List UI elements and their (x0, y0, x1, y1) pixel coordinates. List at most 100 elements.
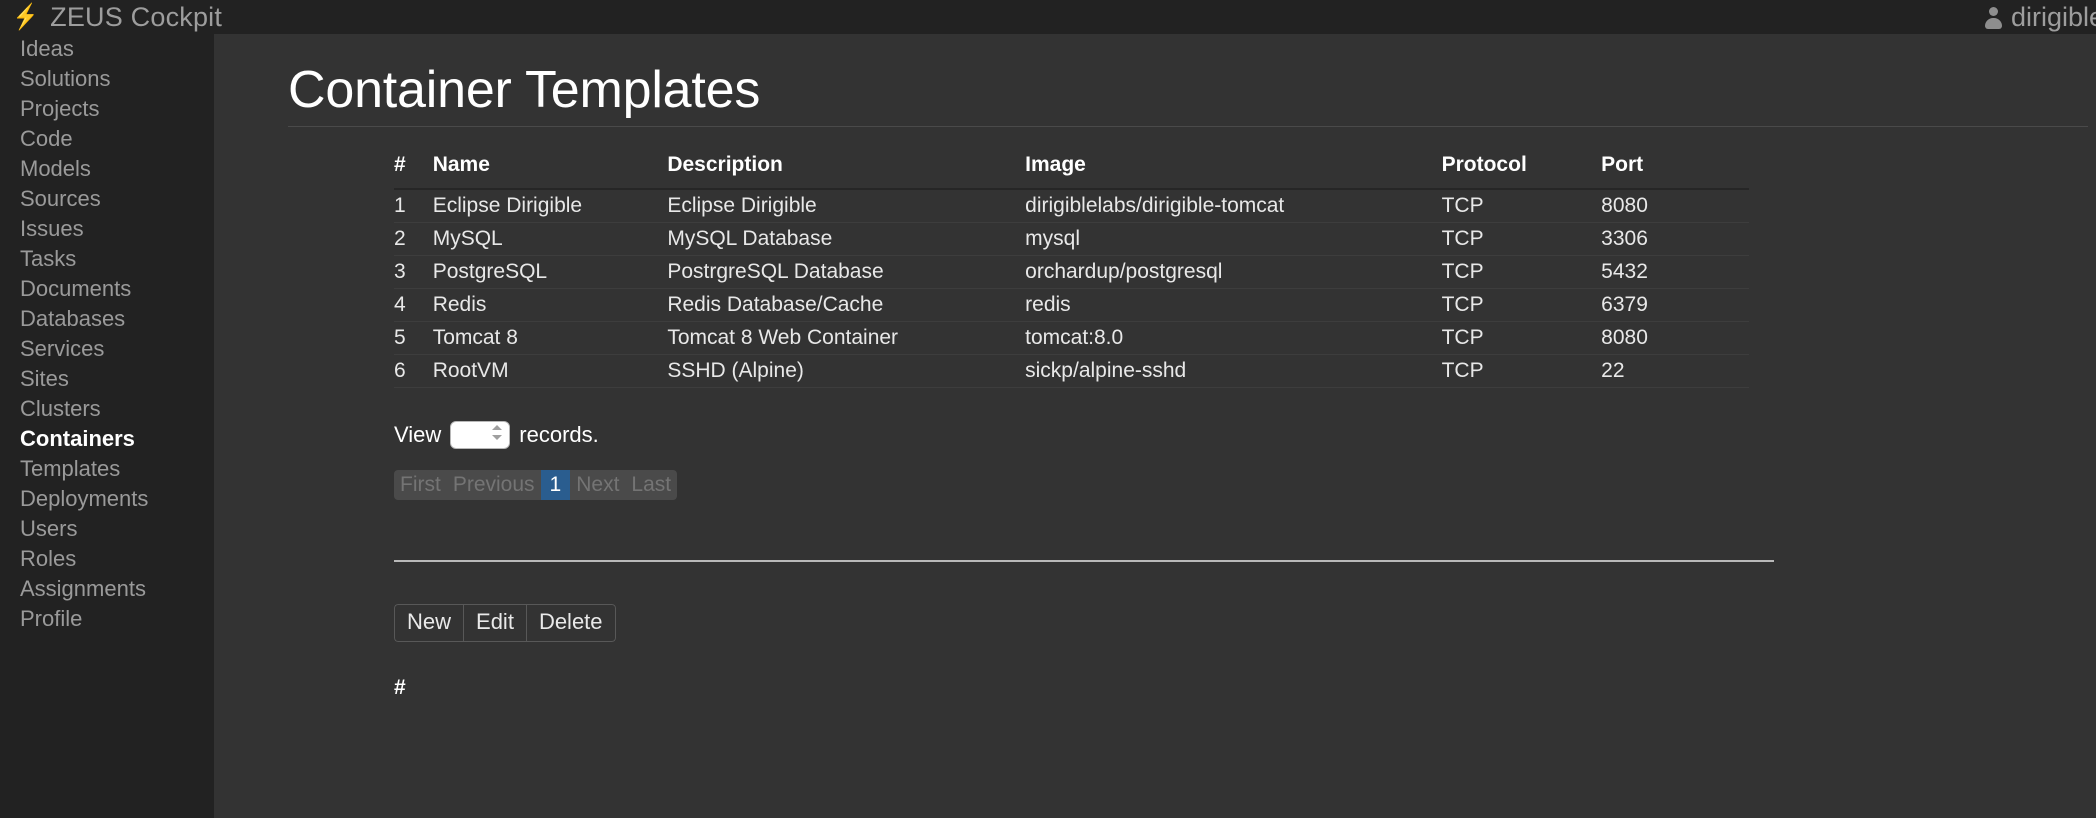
cell-protocol: TCP (1441, 189, 1602, 223)
cell-port: 22 (1601, 354, 1749, 388)
sidebar-item-sites[interactable]: Sites (0, 364, 214, 394)
application-window: ⚡ ZEUS Cockpit dirigible Ideas Solutions P… (0, 0, 2096, 818)
cell-image: sickp/alpine-sshd (1025, 354, 1442, 388)
user-icon (1984, 6, 2003, 29)
cell-port: 8080 (1601, 321, 1749, 355)
pagination-last[interactable]: Last (625, 470, 677, 500)
sidebar-item-containers[interactable]: Containers (0, 424, 214, 454)
column-header: # (394, 153, 433, 190)
sidebar-item-users[interactable]: Users (0, 514, 214, 544)
cell-image: redis (1025, 288, 1442, 322)
title-divider (288, 126, 2088, 127)
cell-num: 1 (394, 189, 433, 223)
column-header: Description (667, 153, 1026, 190)
cell-image: tomcat:8.0 (1025, 321, 1442, 355)
sidebar-item-projects[interactable]: Projects (0, 94, 214, 124)
column-header: Protocol (1441, 153, 1602, 190)
cell-description: Tomcat 8 Web Container (667, 321, 1026, 355)
container-templates-table: # Name Description Image Protocol Port 1 Eclip… (394, 153, 1749, 388)
records-count-input[interactable] (450, 421, 511, 449)
column-header: Name (432, 153, 668, 190)
table-row[interactable]: 1 Eclipse Dirigible Eclipse Dirigible dirig… (394, 189, 1749, 223)
pagination-previous[interactable]: Previous (447, 470, 541, 500)
new-button[interactable]: New (394, 604, 464, 643)
edit-button[interactable]: Edit (463, 604, 526, 643)
cell-description: Redis Database/Cache (667, 288, 1026, 322)
cell-protocol: TCP (1441, 354, 1602, 388)
sidebar-item-profile[interactable]: Profile (0, 604, 214, 634)
cell-name: Redis (432, 288, 668, 322)
table-row[interactable]: 2 MySQL MySQL Database mysql TCP 3306 (394, 222, 1749, 256)
cell-protocol: TCP (1441, 288, 1602, 322)
view-records-row: View records. (394, 421, 2096, 449)
stepper-up-icon[interactable] (492, 425, 503, 430)
sidebar-item-deployments[interactable]: Deployments (0, 484, 214, 514)
cell-name: RootVM (432, 354, 668, 388)
page-title: Container Templates (288, 61, 761, 119)
cell-num: 4 (394, 288, 433, 322)
table-header-row: # Name Description Image Protocol Port (394, 153, 1749, 190)
table-row[interactable]: 6 RootVM SSHD (Alpine) sickp/alpine-sshd TCP… (394, 354, 1749, 388)
sidebar-item-tasks[interactable]: Tasks (0, 244, 214, 274)
cell-name: PostgreSQL (432, 255, 668, 289)
sidebar-item-issues[interactable]: Issues (0, 214, 214, 244)
sidebar-item-code[interactable]: Code (0, 124, 214, 154)
cell-protocol: TCP (1441, 255, 1602, 289)
cell-num: 2 (394, 222, 433, 256)
sidebar-item-solutions[interactable]: Solutions (0, 64, 214, 94)
action-button-group: New Edit Delete (394, 604, 616, 643)
cell-image: dirigiblelabs/dirigible-tomcat (1025, 189, 1442, 223)
secondary-table-hash-header: # (394, 676, 406, 700)
view-records-prefix-label: View (394, 422, 442, 447)
brand[interactable]: ⚡ ZEUS Cockpit (10, 2, 222, 33)
column-header: Image (1025, 153, 1442, 190)
cell-name: MySQL (432, 222, 668, 256)
column-header: Port (1601, 153, 1749, 190)
table-row[interactable]: 3 PostgreSQL PostrgreSQL Database orchardup… (394, 255, 1749, 289)
cell-port: 8080 (1601, 189, 1749, 223)
cell-description: SSHD (Alpine) (667, 354, 1026, 388)
brand-title: ZEUS Cockpit (50, 1, 223, 32)
delete-button[interactable]: Delete (525, 604, 616, 643)
stepper-down-icon[interactable] (492, 435, 503, 440)
pagination-first[interactable]: First (394, 470, 447, 500)
table-row[interactable]: 4 Redis Redis Database/Cache redis TCP 6379 (394, 288, 1749, 322)
cell-image: mysql (1025, 222, 1442, 256)
stepper-arrows[interactable] (492, 425, 503, 447)
sidebar-item-assignments[interactable]: Assignments (0, 574, 214, 604)
cell-description: Eclipse Dirigible (667, 189, 1026, 223)
sidebar-item-templates[interactable]: Templates (0, 454, 214, 484)
cell-port: 3306 (1601, 222, 1749, 256)
cell-port: 6379 (1601, 288, 1749, 322)
templates-table-container: # Name Description Image Protocol Port 1 Eclip… (394, 153, 1994, 388)
table-head: # Name Description Image Protocol Port (394, 153, 1749, 190)
sidebar-item-documents[interactable]: Documents (0, 274, 214, 304)
sidebar-item-services[interactable]: Services (0, 334, 214, 364)
table-row[interactable]: 5 Tomcat 8 Tomcat 8 Web Container tomcat:8.… (394, 321, 1749, 355)
pagination-page-1[interactable]: 1 (540, 470, 571, 500)
cell-num: 3 (394, 255, 433, 289)
cell-protocol: TCP (1441, 321, 1602, 355)
cell-image: orchardup/postgresql (1025, 255, 1442, 289)
view-records-suffix-label: records. (519, 422, 599, 447)
user-menu[interactable]: dirigible (1984, 0, 2096, 34)
sidebar-item-databases[interactable]: Databases (0, 304, 214, 334)
sidebar-item-models[interactable]: Models (0, 154, 214, 184)
pagination-next[interactable]: Next (570, 470, 625, 500)
sidebar: Ideas Solutions Projects Code Models Sources I… (0, 34, 214, 818)
pagination: First Previous 1 Next Last (394, 470, 678, 500)
cell-num: 5 (394, 321, 433, 355)
top-bar: ⚡ ZEUS Cockpit dirigible (0, 0, 2096, 34)
cell-port: 5432 (1601, 255, 1749, 289)
cell-description: MySQL Database (667, 222, 1026, 256)
bolt-icon: ⚡ (13, 2, 39, 31)
sidebar-item-roles[interactable]: Roles (0, 544, 214, 574)
cell-name: Tomcat 8 (432, 321, 668, 355)
content-pane: Container Templates # Name Description Imag… (214, 34, 2096, 818)
sidebar-item-sources[interactable]: Sources (0, 184, 214, 214)
sidebar-item-clusters[interactable]: Clusters (0, 394, 214, 424)
sidebar-item-ideas[interactable]: Ideas (0, 34, 214, 64)
cell-name: Eclipse Dirigible (432, 189, 668, 223)
user-name: dirigible (2010, 1, 2096, 32)
cell-num: 6 (394, 354, 433, 388)
